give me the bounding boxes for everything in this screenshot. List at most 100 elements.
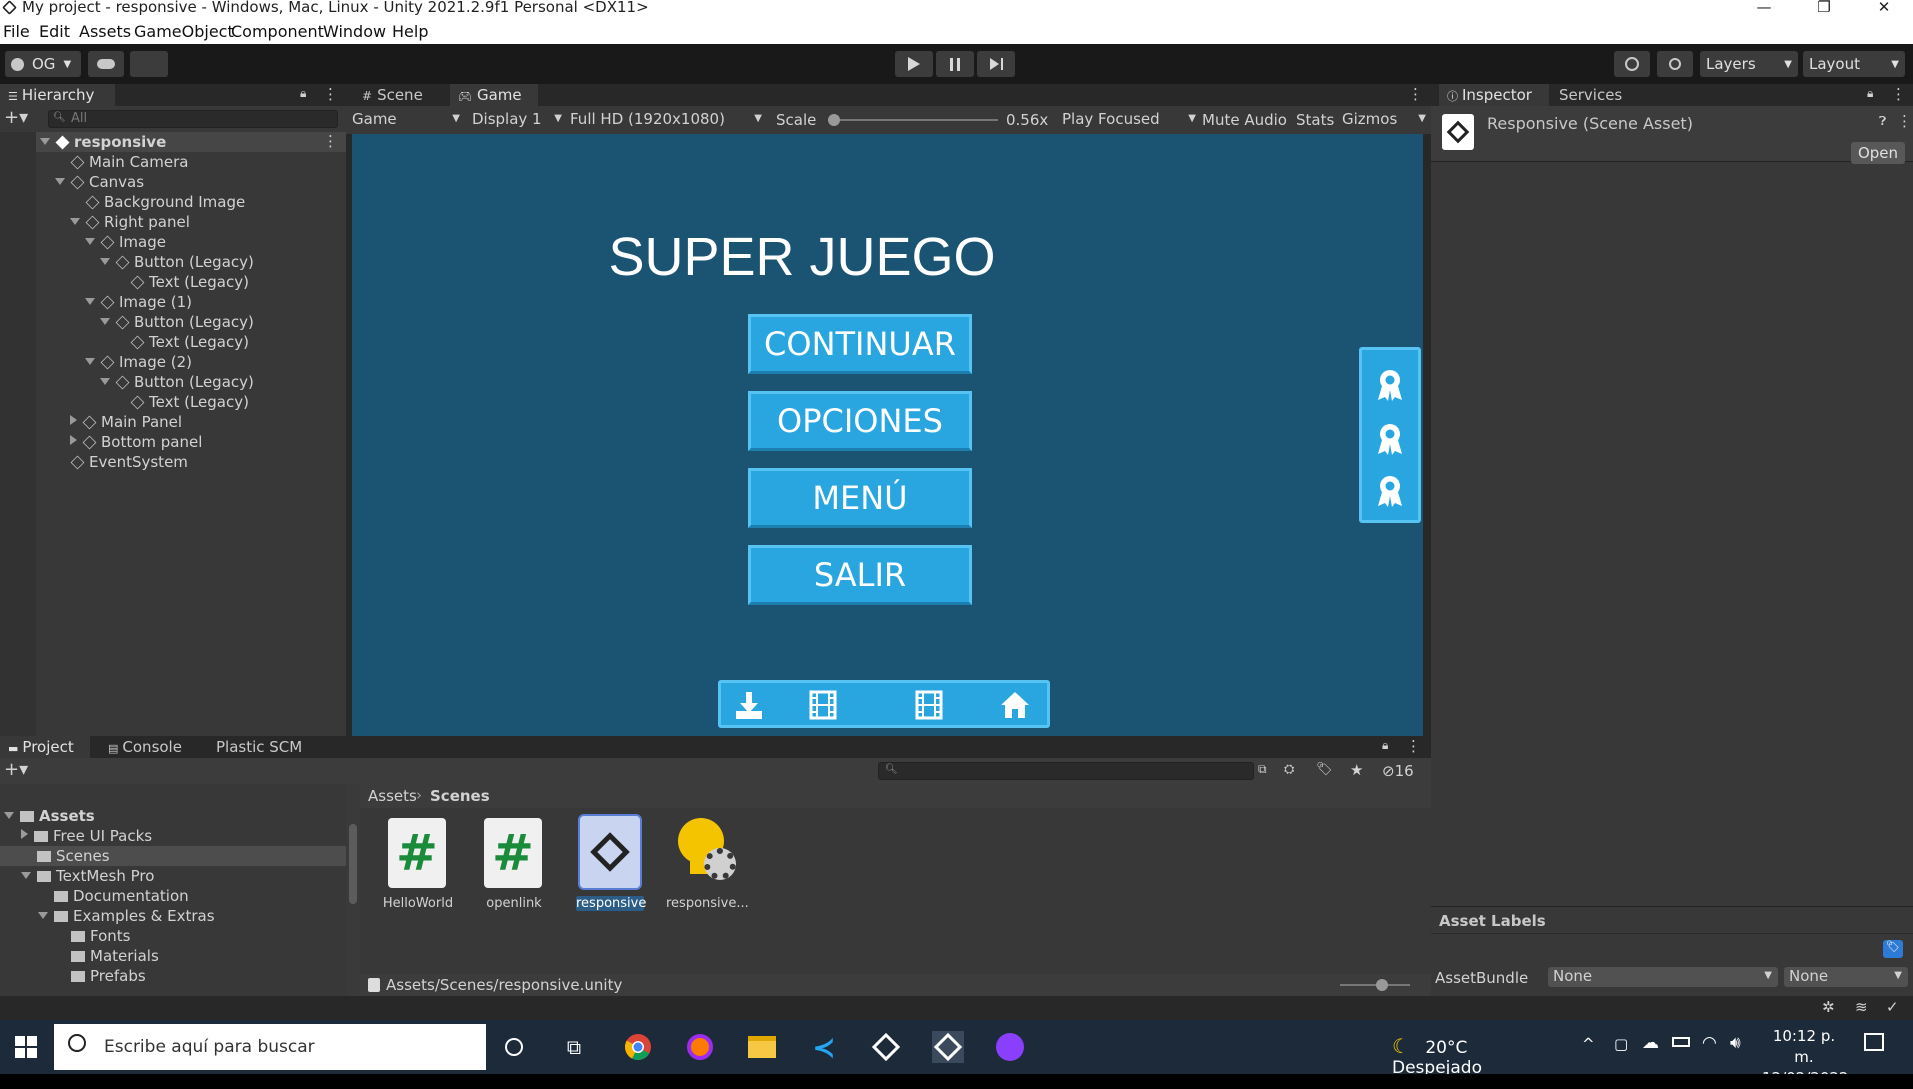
favorite-star-icon[interactable]: ★ <box>1350 761 1363 779</box>
debug-icon[interactable]: ✲ <box>1822 998 1835 1016</box>
cloud-button[interactable] <box>88 51 124 77</box>
project-tree-row[interactable]: Documentation <box>0 886 346 906</box>
layout-dropdown[interactable]: Layout ▼ <box>1803 51 1905 77</box>
unity-hub-icon[interactable] <box>870 1031 902 1063</box>
open-button[interactable]: Open <box>1851 142 1905 164</box>
icon-size-slider[interactable] <box>1340 979 1410 991</box>
hierarchy-row[interactable]: Bottom panel <box>0 432 346 452</box>
collapse-arrow-icon[interactable] <box>55 178 65 185</box>
tab-scene[interactable]: # Scene <box>354 84 442 106</box>
menu-assets[interactable]: Assets <box>79 22 131 41</box>
expand-arrow-icon[interactable] <box>21 829 28 839</box>
expand-arrow-icon[interactable] <box>70 415 77 425</box>
pause-button[interactable] <box>936 51 974 77</box>
close-button[interactable]: ✕ <box>1861 0 1907 18</box>
menu-file[interactable]: File <box>3 22 30 41</box>
kebab-menu-icon[interactable]: ⋮ <box>323 132 338 150</box>
volume-icon[interactable]: 🔊︎ <box>1730 1033 1741 1053</box>
collapse-arrow-icon[interactable] <box>21 872 31 879</box>
hierarchy-row[interactable]: Button (Legacy) <box>0 372 346 392</box>
check-circle-icon[interactable]: ✓ <box>1886 998 1899 1016</box>
kebab-menu-icon[interactable]: ⋮ <box>1406 737 1421 755</box>
cortana-icon[interactable] <box>498 1031 530 1063</box>
tab-inspector[interactable]: ⓘ Inspector <box>1439 84 1549 106</box>
project-tree-row[interactable]: Examples & Extras <box>0 906 346 926</box>
kebab-menu-icon[interactable]: ⋮ <box>323 85 338 103</box>
collapse-arrow-icon[interactable] <box>4 812 14 819</box>
scale-slider-handle[interactable] <box>828 114 840 126</box>
asset-item[interactable]: # HelloWorld <box>378 818 458 918</box>
award-icon[interactable] <box>1376 422 1404 456</box>
hierarchy-row[interactable]: Canvas <box>0 172 346 192</box>
chevron-up-icon[interactable]: ^ <box>1582 1035 1595 1053</box>
tab-console[interactable]: ▤ Console <box>100 736 192 758</box>
settings-kebab-icon[interactable]: ⋮ <box>1897 112 1912 130</box>
collapse-arrow-icon[interactable] <box>100 378 110 385</box>
lock-icon[interactable]: 🔒︎ <box>300 86 306 101</box>
opciones-button[interactable]: OPCIONES <box>748 391 972 451</box>
play-button[interactable] <box>895 51 933 77</box>
menu-window[interactable]: Window <box>323 22 386 41</box>
kebab-menu-icon[interactable]: ⋮ <box>1891 85 1906 103</box>
add-icon[interactable]: +▾ <box>4 759 28 780</box>
asset-item-selected[interactable]: responsive <box>570 814 650 918</box>
filter-type-icon[interactable]: ⛭ <box>1284 762 1294 777</box>
hierarchy-row[interactable]: Text (Legacy) <box>0 332 346 352</box>
add-icon[interactable]: +▾ <box>4 107 28 128</box>
taskbar-search-input[interactable]: Escribe aquí para buscar <box>54 1024 486 1070</box>
play-focused-dropdown[interactable]: Play Focused ▼ <box>1062 110 1196 128</box>
menu-help[interactable]: Help <box>392 22 428 41</box>
collab-button[interactable] <box>130 51 168 77</box>
download-icon[interactable] <box>733 689 765 721</box>
hierarchy-row[interactable]: Image (1) <box>0 292 346 312</box>
hierarchy-row[interactable]: Button (Legacy) <box>0 252 346 272</box>
tab-project[interactable]: ▬ Project <box>0 736 90 758</box>
icon-size-slider-handle[interactable] <box>1376 979 1388 991</box>
hierarchy-row[interactable]: Main Camera <box>0 152 346 172</box>
project-search-input[interactable]: 🔍︎ <box>878 762 1254 780</box>
kebab-menu-icon[interactable]: ⋮ <box>1408 85 1423 103</box>
lock-icon[interactable]: 🔒︎ <box>1867 86 1873 101</box>
task-view-icon[interactable]: ⧉ <box>558 1031 590 1063</box>
game-mode-dropdown[interactable]: Game ▼ <box>352 110 460 128</box>
display-dropdown[interactable]: Display 1 ▼ <box>472 110 562 128</box>
battery-icon[interactable] <box>1672 1037 1690 1047</box>
hierarchy-row[interactable]: Text (Legacy) <box>0 392 346 412</box>
tab-hierarchy[interactable]: ☰ Hierarchy <box>0 84 115 106</box>
unity-editor-icon[interactable] <box>932 1031 964 1063</box>
project-tree-row[interactable]: Free UI Packs <box>0 826 346 846</box>
film-icon[interactable] <box>913 689 945 721</box>
hierarchy-row[interactable]: Button (Legacy) <box>0 312 346 332</box>
continuar-button[interactable]: CONTINUAR <box>748 314 972 374</box>
collapse-arrow-icon[interactable] <box>40 138 50 145</box>
menu-component[interactable]: Component <box>231 22 324 41</box>
film-icon[interactable] <box>807 689 839 721</box>
salir-button[interactable]: SALIR <box>748 545 972 605</box>
lock-icon[interactable]: 🔒︎ <box>1382 738 1388 753</box>
github-desktop-icon[interactable] <box>994 1031 1026 1063</box>
project-tree-row[interactable]: Assets <box>0 806 346 826</box>
hierarchy-row[interactable]: Main Panel <box>0 412 346 432</box>
maximize-button[interactable]: ❐ <box>1801 0 1847 18</box>
hierarchy-row[interactable]: Image <box>0 232 346 252</box>
tag-icon[interactable]: 🏷︎ <box>1883 940 1903 958</box>
step-button[interactable] <box>977 51 1015 77</box>
filter-label-icon[interactable]: 🏷︎ <box>1316 762 1333 777</box>
wifi-icon[interactable]: ◠ <box>1702 1033 1717 1053</box>
award-icon[interactable] <box>1376 368 1404 402</box>
tab-plastic-scm[interactable]: Plastic SCM <box>208 736 318 758</box>
minimize-button[interactable]: — <box>1741 0 1787 18</box>
collapse-arrow-icon[interactable] <box>70 218 80 225</box>
layers-dropdown[interactable]: Layers ▼ <box>1700 51 1798 77</box>
menu-gameobject[interactable]: GameObject <box>134 22 234 41</box>
asset-item[interactable]: # openlink <box>474 818 554 918</box>
breadcrumb-scenes[interactable]: Scenes <box>430 787 490 805</box>
asset-item[interactable]: responsive... <box>666 818 749 918</box>
firefox-icon[interactable] <box>684 1031 716 1063</box>
notifications-icon[interactable] <box>1864 1033 1884 1051</box>
award-icon[interactable] <box>1376 474 1404 508</box>
chrome-icon[interactable] <box>622 1031 654 1063</box>
project-tree-row[interactable]: Prefabs <box>0 966 346 986</box>
project-tree-scrollbar[interactable] <box>346 784 360 996</box>
breadcrumb-assets[interactable]: Assets <box>368 787 417 805</box>
